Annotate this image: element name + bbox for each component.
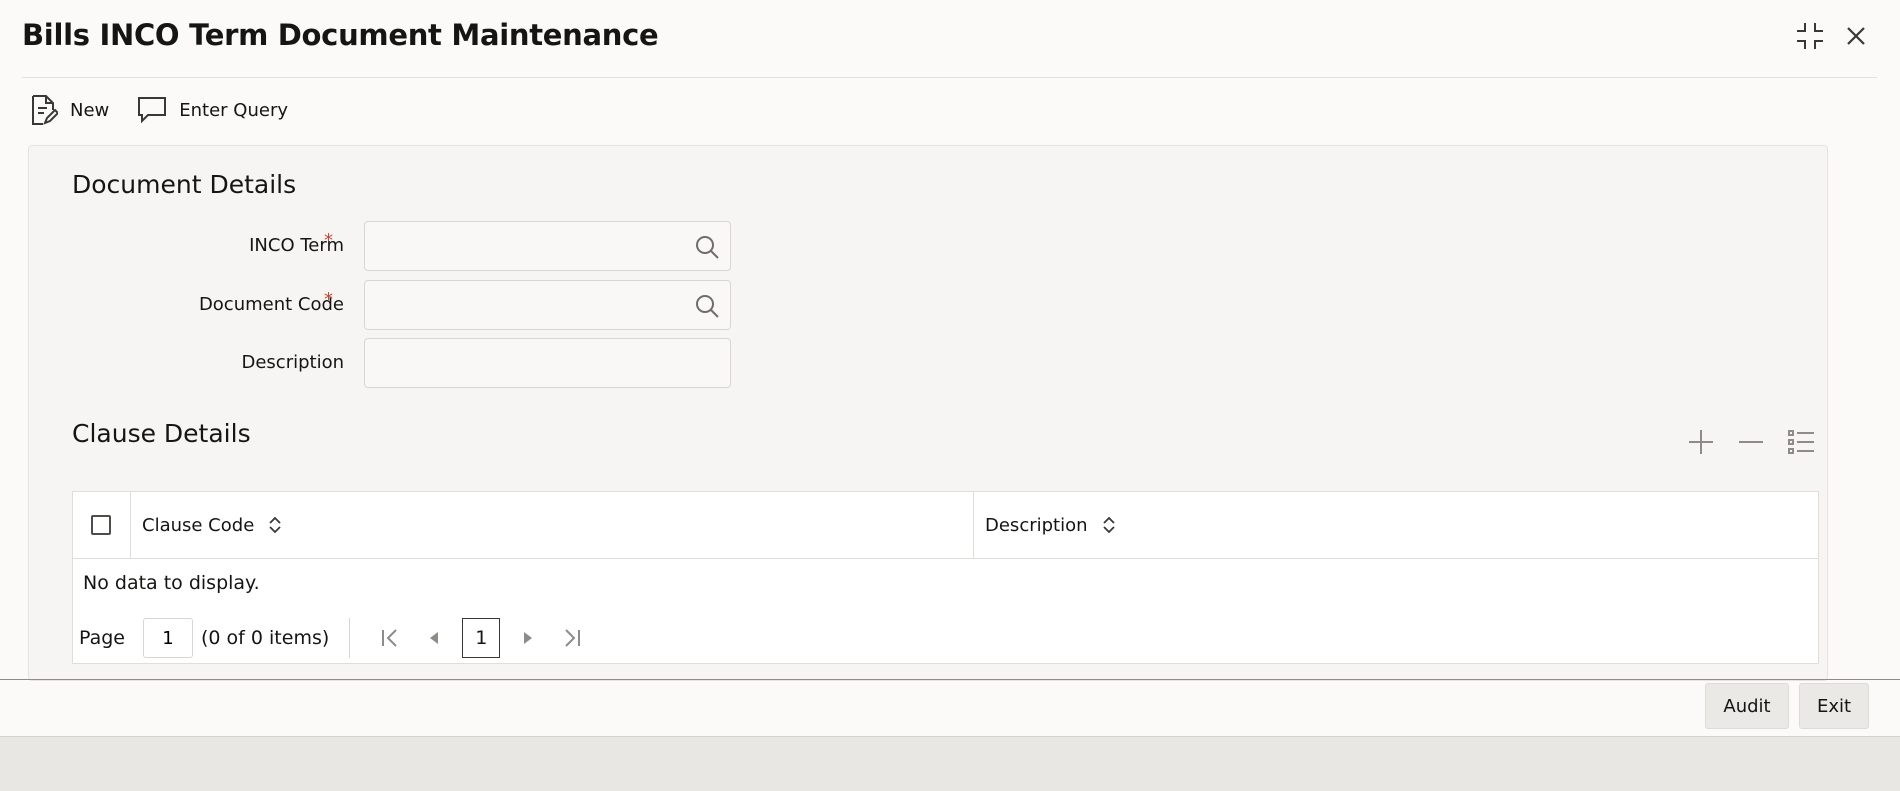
search-icon[interactable] [694, 234, 720, 260]
main-panel: Document Details INCO Term * Document Co… [28, 145, 1828, 681]
search-icon[interactable] [694, 293, 720, 319]
column-header-label: Description [985, 514, 1088, 536]
inco-term-input[interactable] [365, 222, 730, 270]
grid-toolbar [1687, 428, 1815, 456]
description-field [364, 338, 731, 388]
last-page-icon[interactable] [554, 618, 590, 658]
document-code-field [364, 280, 731, 330]
clause-details-table: Clause Code Description No data to displ… [72, 491, 1819, 664]
add-row-icon[interactable] [1687, 428, 1715, 456]
inco-term-label: INCO Term [249, 235, 344, 256]
first-page-icon[interactable] [372, 618, 408, 658]
column-header-clause-code[interactable]: Clause Code [142, 492, 282, 558]
window-title: Bills INCO Term Document Maintenance [22, 18, 659, 52]
table-header: Clause Code Description [73, 492, 1818, 559]
new-document-icon [32, 95, 58, 125]
sort-icon[interactable] [1102, 516, 1116, 534]
title-bar: Bills INCO Term Document Maintenance [0, 0, 1900, 78]
clause-details-title: Clause Details [72, 419, 251, 448]
column-header-description[interactable]: Description [985, 492, 1116, 558]
enter-query-button-label: Enter Query [179, 99, 289, 121]
empty-table-message: No data to display. [83, 572, 260, 594]
column-divider [973, 492, 974, 558]
inco-term-field [364, 221, 731, 271]
items-count: (0 of 0 items) [201, 627, 330, 649]
current-page-button[interactable]: 1 [462, 618, 501, 658]
exit-button[interactable]: Exit [1799, 683, 1869, 729]
footer-divider [0, 679, 1900, 680]
page-number-input[interactable] [143, 618, 193, 658]
sort-icon[interactable] [268, 516, 282, 534]
new-button-label: New [70, 99, 110, 121]
pagination: Page (0 of 0 items) 1 [79, 617, 594, 659]
query-icon [138, 97, 167, 124]
maintenance-window: Bills INCO Term Document Maintenance New [0, 0, 1900, 737]
enter-query-button[interactable]: Enter Query [137, 96, 288, 124]
list-view-icon[interactable] [1787, 428, 1815, 456]
next-page-icon[interactable] [510, 618, 546, 658]
inco-term-required-marker: * [324, 230, 333, 251]
toolbar: New Enter Query [30, 90, 288, 130]
column-divider [130, 492, 131, 558]
document-code-input[interactable] [365, 281, 730, 329]
previous-page-icon[interactable] [416, 618, 452, 658]
new-button[interactable]: New [30, 94, 109, 126]
description-label: Description [241, 352, 344, 373]
remove-row-icon[interactable] [1737, 428, 1765, 456]
audit-button[interactable]: Audit [1705, 683, 1789, 729]
document-code-required-marker: * [324, 289, 333, 310]
document-details-title: Document Details [72, 170, 297, 199]
title-divider [22, 77, 1877, 78]
select-all-checkbox[interactable] [91, 515, 111, 535]
column-header-label: Clause Code [142, 514, 255, 536]
description-input[interactable] [365, 339, 730, 387]
page-label: Page [79, 627, 125, 649]
pager-divider [349, 618, 351, 658]
bottom-strip [0, 737, 1900, 791]
close-icon[interactable] [1838, 18, 1874, 54]
document-code-label: Document Code [198, 294, 344, 315]
collapse-icon[interactable] [1792, 18, 1828, 54]
